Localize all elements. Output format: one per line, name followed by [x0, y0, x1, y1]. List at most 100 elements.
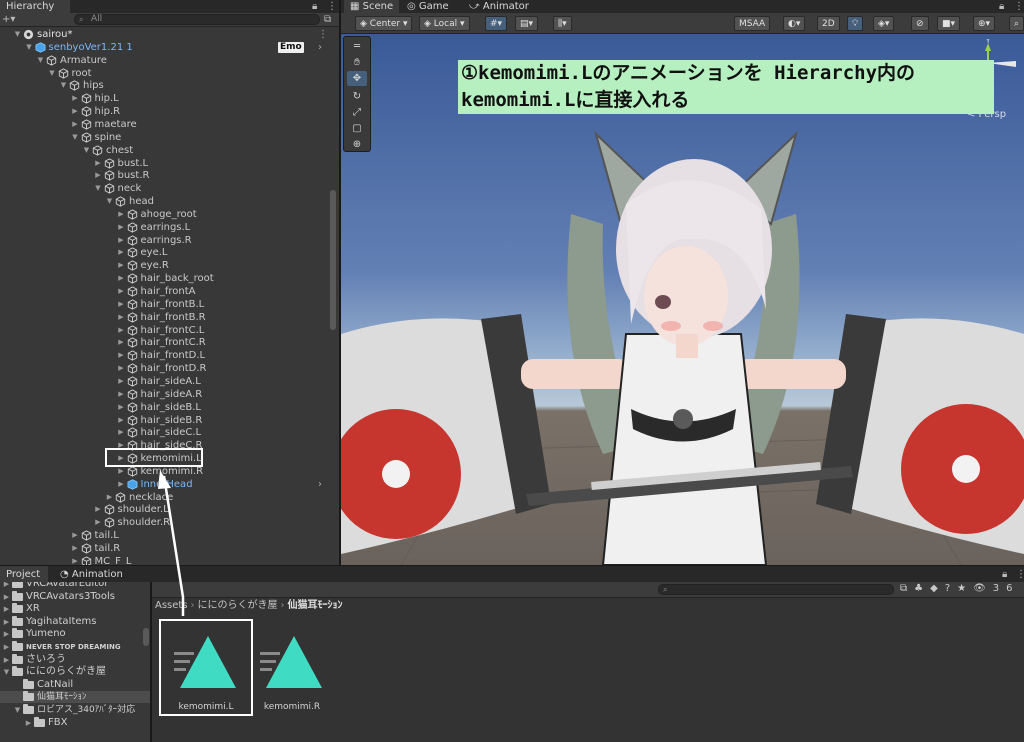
- project-folder-row[interactable]: ▼ ロビアス_340ｱﾊﾞﾀｰ対応: [0, 704, 150, 716]
- collapse-arrow-icon[interactable]: ▶: [117, 362, 126, 375]
- help-icon[interactable]: ?: [945, 583, 957, 594]
- collapse-arrow-icon[interactable]: ▶: [117, 426, 126, 439]
- collapse-arrow-icon[interactable]: ▶: [117, 414, 126, 427]
- hierarchy-row[interactable]: ▼ spine: [0, 131, 339, 144]
- expand-arrow-icon[interactable]: ▼: [13, 28, 22, 41]
- expand-arrow-icon[interactable]: ▼: [94, 182, 103, 195]
- breadcrumb-assets[interactable]: Assets: [155, 600, 188, 611]
- tab-animator[interactable]: ⤻ Animator: [463, 0, 535, 13]
- hierarchy-row[interactable]: ▼ chest: [0, 144, 339, 157]
- hierarchy-row[interactable]: ▶ eye.L: [0, 246, 339, 259]
- hand-tool-icon[interactable]: ✋︎: [347, 55, 367, 70]
- expand-arrow-icon[interactable]: ▼: [105, 195, 114, 208]
- hierarchy-row[interactable]: ▼ senbyoVer1.21 1 Emo ›: [0, 41, 339, 54]
- expand-arrow-icon[interactable]: ▼: [82, 144, 91, 157]
- snap-increment-button[interactable]: ▤▾: [515, 16, 539, 31]
- tab-hierarchy[interactable]: Hierarchy: [0, 0, 70, 13]
- collapse-arrow-icon[interactable]: ▶: [117, 349, 126, 362]
- project-folder-row[interactable]: ▶ Yumeno: [0, 628, 150, 640]
- folder-expand-arrow-icon[interactable]: ▶: [2, 628, 11, 640]
- collapse-arrow-icon[interactable]: ▶: [117, 375, 126, 388]
- hierarchy-row[interactable]: ▶ shoulder.R: [0, 516, 339, 529]
- vertex-snap-button[interactable]: ⫼▾: [553, 16, 572, 31]
- filter-type-icon[interactable]: ♣: [914, 583, 930, 594]
- hierarchy-row[interactable]: ▼ neck: [0, 182, 339, 195]
- hierarchy-row[interactable]: ▶ hip.L: [0, 92, 339, 105]
- project-search-input[interactable]: ⌕: [658, 584, 894, 595]
- hierarchy-row[interactable]: ▶ bust.L: [0, 157, 339, 170]
- collapse-arrow-icon[interactable]: ▶: [71, 92, 80, 105]
- collapse-arrow-icon[interactable]: ▶: [117, 285, 126, 298]
- camera-dropdown[interactable]: ■▾: [937, 16, 961, 31]
- scene-visibility-toggle-icon[interactable]: ⊘: [911, 16, 929, 31]
- collapse-arrow-icon[interactable]: ▶: [94, 169, 103, 182]
- label-filter-icon[interactable]: ◆: [930, 583, 945, 594]
- msaa-button[interactable]: MSAA: [734, 16, 771, 31]
- collapse-arrow-icon[interactable]: ▶: [117, 221, 126, 234]
- kebab-menu-icon[interactable]: ⋮: [327, 0, 337, 13]
- expand-arrow-icon[interactable]: ▼: [48, 67, 57, 80]
- hierarchy-row[interactable]: ▶ hair_frontD.R: [0, 362, 339, 375]
- rect-tool-icon[interactable]: ▢: [347, 121, 367, 136]
- project-folder-row[interactable]: ▶ FBX: [0, 716, 150, 729]
- drag-handle-icon[interactable]: ═: [347, 39, 367, 54]
- shading-mode-dropdown[interactable]: ◐▾: [783, 16, 806, 31]
- hierarchy-row[interactable]: ▶ hair_frontB.L: [0, 298, 339, 311]
- hidden-count-icon[interactable]: 👁︎36: [973, 583, 1019, 594]
- collapse-arrow-icon[interactable]: ▶: [117, 246, 126, 259]
- rotate-tool-icon[interactable]: ↻: [347, 89, 367, 104]
- collapse-arrow-icon[interactable]: ▶: [117, 478, 126, 491]
- collapse-arrow-icon[interactable]: ▶: [94, 516, 103, 529]
- breadcrumb-folder[interactable]: ににのらくがき屋: [198, 600, 278, 611]
- project-menu-icon[interactable]: ⋮: [1016, 566, 1024, 583]
- collapse-arrow-icon[interactable]: ▶: [117, 298, 126, 311]
- scene-menu-icon[interactable]: ⋮: [318, 28, 328, 41]
- fx-dropdown[interactable]: ◈▾: [873, 16, 895, 31]
- gizmos-dropdown[interactable]: ⊕▾: [973, 16, 996, 31]
- collapse-arrow-icon[interactable]: ▶: [117, 324, 126, 337]
- collapse-arrow-icon[interactable]: ▶: [117, 272, 126, 285]
- project-folder-row[interactable]: 仙猫耳ﾓｰｼｮﾝ: [0, 691, 150, 704]
- tab-project[interactable]: Project: [0, 566, 48, 583]
- scene-tab-lock-icon[interactable]: 🔒︎: [999, 0, 1004, 13]
- hierarchy-row[interactable]: ▶ maetare: [0, 118, 339, 131]
- project-lock-icon[interactable]: 🔒︎: [1002, 566, 1007, 583]
- folder-expand-arrow-icon[interactable]: ▶: [2, 616, 11, 628]
- folder-expand-arrow-icon[interactable]: ▼: [2, 666, 11, 678]
- project-tree-scrollbar[interactable]: [143, 628, 149, 646]
- collapse-arrow-icon[interactable]: ▶: [94, 157, 103, 170]
- expand-arrow-icon[interactable]: ▼: [71, 131, 80, 144]
- lock-icon[interactable]: 🔒︎: [312, 0, 317, 13]
- prefab-open-chevron-icon[interactable]: ›: [318, 41, 322, 54]
- collapse-arrow-icon[interactable]: ▶: [71, 529, 80, 542]
- create-icon[interactable]: ⧉: [900, 583, 914, 594]
- hierarchy-row[interactable]: ▶ hair_frontC.L: [0, 324, 339, 337]
- hierarchy-row[interactable]: ▼ head: [0, 195, 339, 208]
- transform-tool-icon[interactable]: ⊕: [347, 137, 367, 152]
- expand-arrow-icon[interactable]: ▼: [25, 41, 34, 54]
- hierarchy-row[interactable]: ▶ hair_frontA: [0, 285, 339, 298]
- pivot-dropdown[interactable]: ◈ Center ▾: [355, 16, 413, 31]
- hierarchy-row[interactable]: ▶ hip.R: [0, 105, 339, 118]
- folder-expand-arrow-icon[interactable]: ▶: [2, 641, 11, 653]
- hierarchy-row[interactable]: ▶ hair_sideB.L: [0, 401, 339, 414]
- scale-tool-icon[interactable]: ⤢: [347, 105, 367, 120]
- hierarchy-row[interactable]: ▶ ahoge_root: [0, 208, 339, 221]
- breadcrumb-current[interactable]: 仙猫耳ﾓｰｼｮﾝ: [288, 600, 343, 611]
- hierarchy-row[interactable]: ▶ InnerHead ›: [0, 478, 339, 491]
- folder-expand-arrow-icon[interactable]: ▶: [2, 603, 11, 615]
- hierarchy-row[interactable]: ▶ shoulder.L: [0, 503, 339, 516]
- hierarchy-row[interactable]: ▶ eye.R: [0, 259, 339, 272]
- prefab-open-chevron-icon[interactable]: ›: [318, 478, 322, 491]
- hierarchy-row[interactable]: ▶ MC_F_L: [0, 555, 339, 565]
- collapse-arrow-icon[interactable]: ▶: [105, 491, 114, 504]
- scene-viewport[interactable]: ═ ✋︎ ✥ ↻ ⤢ ▢ ⊕ Y < Persp ①kemomimi.Lのアニメ…: [341, 34, 1024, 565]
- hierarchy-row[interactable]: ▶ hair_frontC.R: [0, 336, 339, 349]
- hierarchy-scrollbar[interactable]: [330, 190, 336, 330]
- project-folder-row[interactable]: ▶ NEVER STOP DREAMING: [0, 641, 150, 653]
- add-dropdown-icon[interactable]: +▾: [2, 13, 15, 26]
- collapse-arrow-icon[interactable]: ▶: [117, 234, 126, 247]
- hierarchy-row[interactable]: ▶ hair_sideB.R: [0, 414, 339, 427]
- folder-expand-arrow-icon[interactable]: ▶: [2, 591, 11, 603]
- hierarchy-row[interactable]: ▶ hair_frontB.R: [0, 311, 339, 324]
